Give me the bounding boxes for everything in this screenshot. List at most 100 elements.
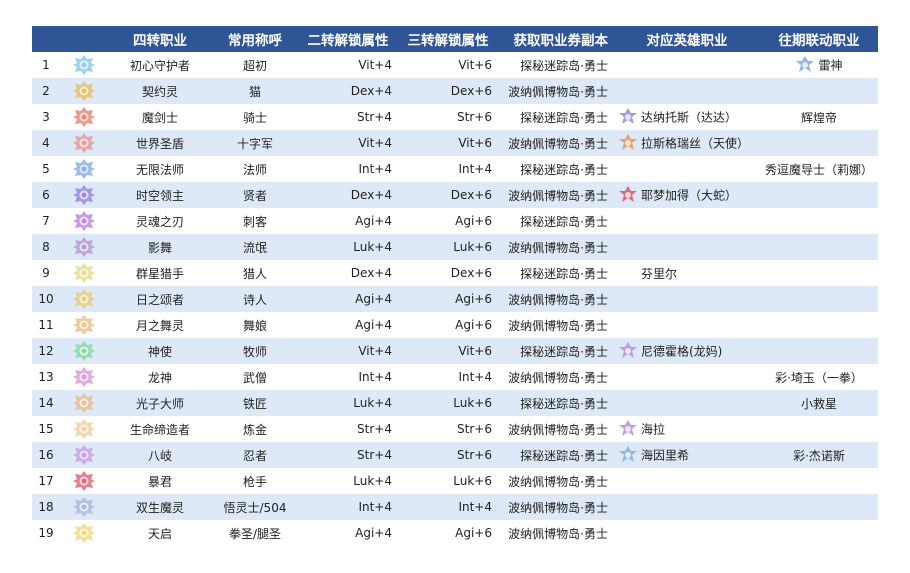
collab-job-cell	[760, 338, 878, 364]
job-emblem-icon	[72, 106, 96, 128]
hero-job-cell: 芬里尔	[614, 260, 760, 286]
job-emblem-icon	[72, 210, 96, 232]
job-emblem-cell	[60, 468, 108, 494]
hero-job-cell: 拉斯格瑞丝（天使）	[614, 130, 760, 156]
hero-job-name: 拉斯格瑞丝（天使）	[641, 136, 750, 151]
hero-job-cell	[614, 156, 760, 182]
table-row: 4 世界圣盾 十字军 Vit+4 Vit+6 波纳佩博物岛·勇士 拉斯格瑞丝（天使）	[32, 130, 878, 156]
job-emblem-icon	[72, 496, 96, 518]
row-number: 8	[32, 234, 60, 260]
header-fourth-job: 四转职业	[108, 26, 212, 52]
second-attr: Int+4	[358, 370, 392, 384]
hero-portrait-icon	[618, 133, 638, 153]
header-collab-job: 往期联动职业	[760, 26, 878, 52]
job-emblem-icon	[72, 288, 96, 310]
job-emblem-icon	[72, 366, 96, 388]
job-emblem-cell	[60, 416, 108, 442]
common-name: 炼金	[242, 422, 267, 437]
hero-job-name: 耶梦加得（大蛇）	[641, 188, 738, 203]
hero-job-name: 海拉	[641, 422, 666, 437]
table-row: 18 双生魔灵 悟灵士/504 Int+4 Int+4 波纳佩博物岛·勇士	[32, 494, 878, 520]
job-emblem-cell	[60, 52, 108, 78]
job-emblem-icon	[72, 314, 96, 336]
table-row: 12 神使 牧师 Vit+4 Vit+6 探秘迷踪岛·勇士 尼德霍格(龙妈)	[32, 338, 878, 364]
fourth-job-name: 契约灵	[108, 78, 212, 104]
second-attr: Luk+4	[353, 474, 392, 488]
row-number: 16	[32, 442, 60, 468]
hero-job-cell	[614, 468, 760, 494]
second-attr: Luk+4	[298, 390, 398, 416]
collab-job-cell	[760, 286, 878, 312]
job-emblem-cell	[60, 286, 108, 312]
second-attr: Dex+4	[350, 266, 392, 280]
third-attr: Vit+6	[398, 338, 498, 364]
third-attr: Dex+6	[450, 266, 492, 280]
common-name: 忍者	[212, 442, 298, 468]
common-name: 舞娘	[242, 318, 267, 333]
fourth-job-name: 魔剑士	[141, 110, 178, 125]
common-name: 刺客	[242, 214, 267, 229]
second-attr: Vit+4	[358, 58, 392, 72]
collab-emblem-icon	[795, 55, 815, 75]
second-attr: Vit+4	[298, 130, 398, 156]
job-emblem-icon	[72, 132, 96, 154]
header-third-attr: 三转解锁属性	[398, 26, 498, 52]
job-emblem-cell	[60, 182, 108, 208]
job-emblem-cell	[60, 78, 108, 104]
row-number: 19	[38, 526, 54, 540]
job-emblem-cell	[60, 442, 108, 468]
table-body: 1 初心守护者 超初 Vit+4 Vit+6 探秘迷踪岛·勇士 雷神 2 契约灵猫 Dex+4 De…	[32, 52, 878, 546]
table-row: 16 八岐 忍者 Str+4 Str+6 探秘迷踪岛·勇士 海因里希 彩·杰诺斯	[32, 442, 878, 468]
job-emblem-cell	[60, 260, 108, 286]
job-emblem-icon	[72, 236, 96, 258]
collab-job-cell	[760, 130, 878, 156]
second-attr: Agi+4	[355, 214, 392, 228]
table-row: 10 日之颂者 诗人 Agi+4 Agi+6 波纳佩博物岛·勇士	[32, 286, 878, 312]
table-row: 11 月之舞灵 舞娘 Agi+4 Agi+6 波纳佩博物岛·勇士	[32, 312, 878, 338]
hero-job-cell	[614, 78, 760, 104]
row-number: 11	[38, 318, 54, 332]
dungeon-name: 探秘迷踪岛·勇士	[498, 390, 614, 416]
header-dungeon: 获取职业券副本	[498, 26, 614, 52]
table-row: 2 契约灵猫 Dex+4 Dex+6 波纳佩博物岛·勇士	[32, 78, 878, 104]
fourth-job-name: 日之颂者	[108, 286, 212, 312]
third-attr: Str+6	[457, 422, 492, 436]
header-icon	[60, 26, 108, 52]
job-table: 四转职业 常用称呼 二转解锁属性 三转解锁属性 获取职业券副本 对应英雄职业 往…	[32, 26, 878, 546]
job-emblem-cell	[60, 338, 108, 364]
collab-job-cell: 雷神	[760, 52, 878, 78]
hero-job-name: 芬里尔	[641, 266, 678, 281]
hero-job-cell	[614, 390, 760, 416]
hero-job-cell	[614, 520, 760, 546]
row-number: 2	[32, 78, 60, 104]
row-number: 6	[32, 182, 60, 208]
common-name: 骑士	[242, 110, 267, 125]
third-attr: Int+4	[398, 494, 498, 520]
header-common-name: 常用称呼	[212, 26, 298, 52]
collab-job-cell: 彩·埼玉（一拳）	[760, 364, 878, 390]
collab-job-name: 秀逗魔导士（莉娜）	[764, 162, 873, 177]
collab-job-cell	[760, 260, 878, 286]
third-attr: Luk+6	[398, 390, 498, 416]
common-name: 法师	[242, 162, 267, 177]
table-row: 3 魔剑士 骑士 Str+4 Str+6 探秘迷踪岛·勇士 达纳托斯（达达） 辉煌帝	[32, 104, 878, 130]
common-name: 诗人	[212, 286, 298, 312]
job-emblem-icon	[72, 418, 96, 440]
hero-portrait-icon	[618, 185, 638, 205]
fourth-job-name: 无限法师	[135, 162, 184, 177]
row-number: 1	[42, 58, 50, 72]
hero-job-cell	[614, 494, 760, 520]
fourth-job-name: 双生魔灵	[108, 494, 212, 520]
second-attr: Agi+4	[355, 318, 392, 332]
second-attr: Str+4	[357, 422, 392, 436]
common-name: 猫	[212, 78, 298, 104]
job-emblem-cell	[60, 494, 108, 520]
collab-job-name: 小救星	[800, 396, 837, 411]
collab-job-name: 彩·杰诺斯	[793, 448, 845, 463]
job-emblem-icon	[72, 158, 96, 180]
collab-job-cell	[760, 416, 878, 442]
hero-job-cell: 尼德霍格(龙妈)	[614, 338, 760, 364]
row-number: 7	[42, 214, 50, 228]
common-name: 悟灵士/504	[212, 494, 298, 520]
table-row: 6 时空领主 贤者 Dex+4 Dex+6 波纳佩博物岛·勇士 耶梦加得（大蛇）	[32, 182, 878, 208]
